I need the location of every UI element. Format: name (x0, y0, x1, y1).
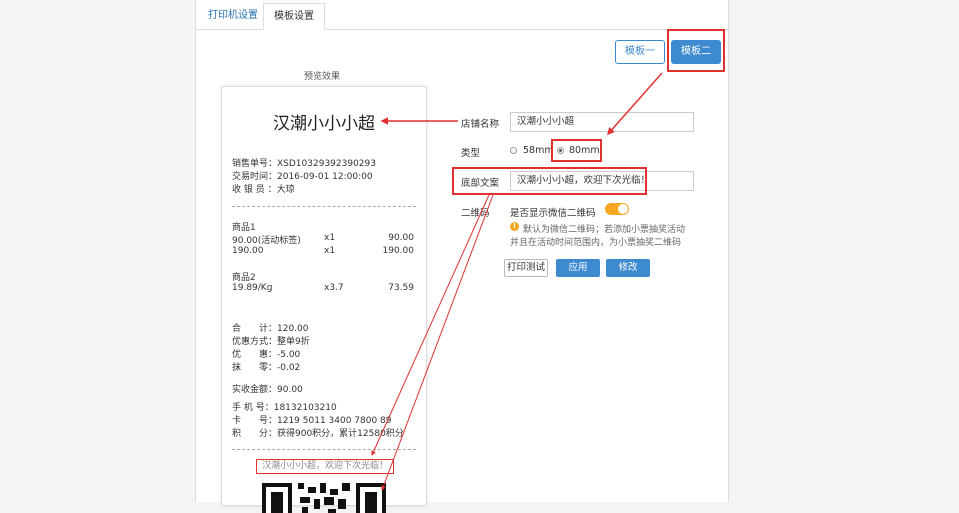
receipt-discount: 优 惠：-5.00 (232, 350, 301, 360)
apply-button[interactable]: 应用 (556, 259, 600, 277)
tab-bar: 打印机设置 模板设置 (196, 0, 728, 30)
type-label: 类型 (461, 148, 481, 159)
qr-note-line-2: 并且在活动时间范围内，为小票抽奖二维码 (510, 238, 682, 248)
divider (232, 206, 416, 207)
receipt-item-amount: 190.00 (382, 246, 415, 256)
tab-template-settings[interactable]: 模板设置 (263, 3, 325, 30)
receipt-round-off: 抹 零：-0.02 (232, 363, 301, 373)
template-two-button[interactable]: 模板二 (671, 40, 721, 64)
shop-name-input[interactable]: 汉潮小小小超 (510, 112, 694, 132)
receipt-preview: 汉潮小小小超 销售单号：XSD10329392390293 交易时间：2016-… (221, 86, 427, 513)
divider (232, 449, 416, 450)
receipt-received: 实收金额：90.00 (232, 385, 303, 395)
receipt-points: 积 分：获得900积分，累计12580积分 (232, 429, 404, 439)
receipt-trade-time: 交易时间：2016-09-01 12:00:00 (232, 172, 373, 182)
receipt-item-price: 190.00 (232, 246, 264, 256)
receipt-item-price: 19.89/Kg (232, 283, 273, 293)
edit-button[interactable]: 修改 (606, 259, 650, 277)
radio-80mm[interactable] (557, 147, 564, 154)
qr-code-label: 二维码 (461, 208, 490, 219)
qr-toggle-switch[interactable] (605, 203, 629, 215)
qr-code-icon (262, 483, 386, 513)
receipt-item-price: 90.00(活动标签) (232, 236, 301, 246)
receipt-order-no: 销售单号：XSD10329392390293 (232, 159, 376, 169)
receipt-item-name: 商品2 (232, 273, 256, 283)
footer-text-label: 底部文案 (461, 178, 500, 189)
template-one-button[interactable]: 模板一 (615, 40, 665, 64)
receipt-item-qty: x3.7 (324, 283, 344, 293)
radio-58mm-label: 58mm (523, 145, 554, 156)
receipt-item-amount: 90.00 (388, 233, 414, 243)
settings-panel: 打印机设置 模板设置 模板一 模板二 预览效果 汉潮小小小超 销售单号：XSD1… (195, 0, 729, 513)
receipt-cashier: 收 银 员 ：大琼 (232, 185, 295, 195)
info-icon: ! (510, 222, 519, 231)
footer-text-input[interactable]: 汉潮小小小超，欢迎下次光临！ (510, 171, 694, 191)
receipt-item-qty: x1 (324, 246, 336, 256)
qr-toggle-label: 是否显示微信二维码 (510, 208, 596, 219)
qr-note-line-1: 默认为微信二维码；若添加小票抽奖活动 (523, 225, 686, 235)
receipt-discount-method: 优惠方式：整单9折 (232, 337, 310, 347)
tab-printer-settings[interactable]: 打印机设置 (198, 3, 268, 29)
receipt-card: 卡 号：1219 5011 3400 7800 89 (232, 416, 392, 426)
receipt-total: 合 计：120.00 (232, 324, 309, 334)
radio-80mm-label: 80mm (569, 145, 600, 156)
receipt-footer-text: 汉潮小小小超，欢迎下次光临！ (256, 459, 394, 474)
radio-58mm[interactable] (510, 147, 517, 154)
shop-name-label: 店铺名称 (461, 119, 500, 130)
receipt-item-name: 商品1 (232, 223, 256, 233)
receipt-item-amount: 73.59 (388, 283, 414, 293)
preview-title: 预览效果 (304, 72, 341, 82)
print-test-button[interactable]: 打印测试 (504, 259, 548, 277)
receipt-item-qty: x1 (324, 233, 336, 243)
receipt-shop-name: 汉潮小小小超 (273, 114, 375, 134)
receipt-phone: 手 机 号：18132103210 (232, 403, 337, 413)
